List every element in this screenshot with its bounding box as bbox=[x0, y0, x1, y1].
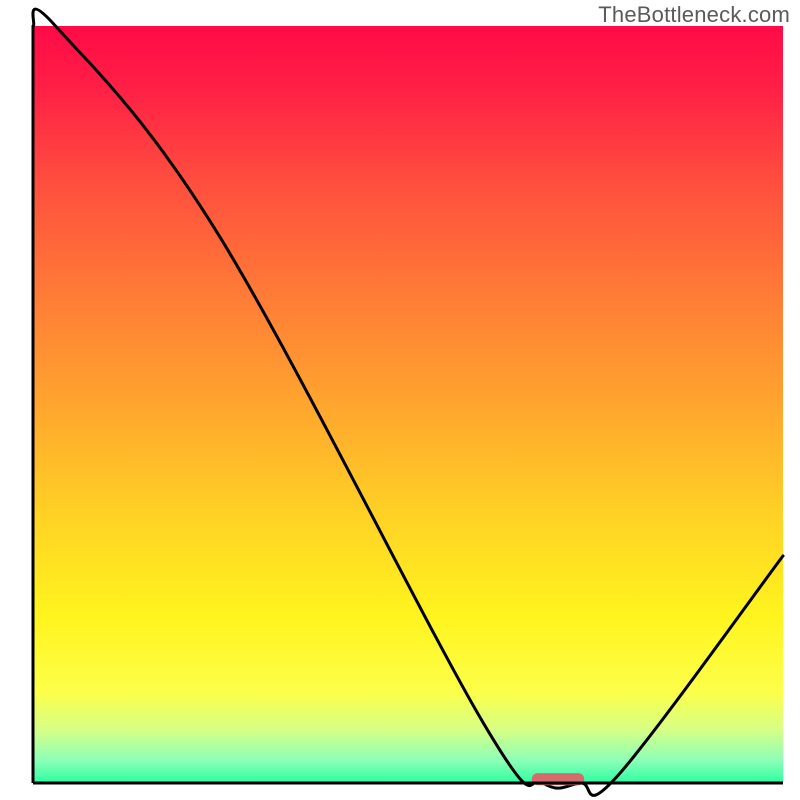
watermark-text: TheBottleneck.com bbox=[598, 2, 790, 28]
gradient-background bbox=[33, 26, 783, 783]
bottleneck-curve-chart bbox=[0, 0, 800, 800]
chart-container: TheBottleneck.com bbox=[0, 0, 800, 800]
